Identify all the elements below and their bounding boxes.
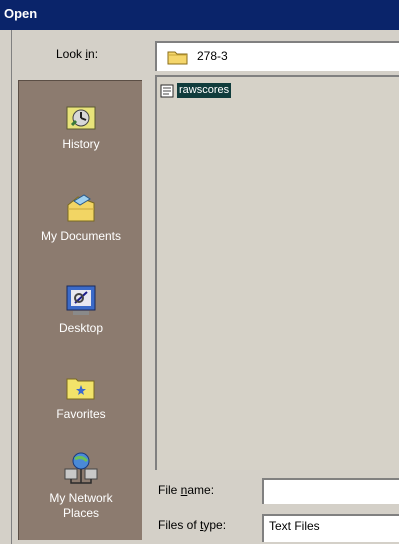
- place-desktop-label: Desktop: [58, 321, 104, 335]
- place-desktop[interactable]: Desktop: [19, 283, 143, 336]
- look-in-dropdown[interactable]: 278-3: [155, 41, 399, 71]
- file-name-input[interactable]: [262, 478, 399, 504]
- my-documents-icon: [67, 194, 95, 222]
- list-item[interactable]: rawscores: [160, 82, 232, 99]
- place-favorites-label: Favorites: [56, 407, 106, 421]
- file-name-label: File name:: [158, 483, 215, 497]
- place-favorites[interactable]: Favorites: [19, 373, 143, 422]
- file-type-label: Files of type:: [158, 518, 227, 532]
- places-bar: History My Documents Desktop Favorites M…: [18, 80, 142, 540]
- file-type-dropdown[interactable]: Text Files: [262, 514, 399, 542]
- text-file-icon: [160, 84, 174, 97]
- title-bar[interactable]: Open: [0, 0, 399, 30]
- folder-icon: [167, 51, 188, 65]
- place-my-documents[interactable]: My Documents: [19, 193, 143, 244]
- place-my-network-places-label: My Network Places: [49, 491, 113, 520]
- file-list[interactable]: rawscores: [155, 75, 399, 470]
- place-my-network-places[interactable]: My Network Places: [19, 451, 143, 521]
- place-history-label: History: [62, 137, 100, 151]
- file-type-value: Text Files: [269, 519, 320, 533]
- place-my-documents-label: My Documents: [40, 229, 122, 243]
- desktop-icon: [66, 285, 96, 315]
- look-in-value: 278-3: [197, 49, 228, 63]
- favorites-icon: [66, 378, 95, 400]
- history-icon: [66, 106, 96, 130]
- dialog-title: Open: [4, 6, 38, 21]
- look-in-label: Look in:: [56, 47, 99, 61]
- window-frame: [0, 30, 12, 544]
- network-places-icon: [64, 452, 98, 484]
- place-history[interactable]: History: [19, 103, 143, 152]
- file-name-rawscores: rawscores: [177, 83, 232, 98]
